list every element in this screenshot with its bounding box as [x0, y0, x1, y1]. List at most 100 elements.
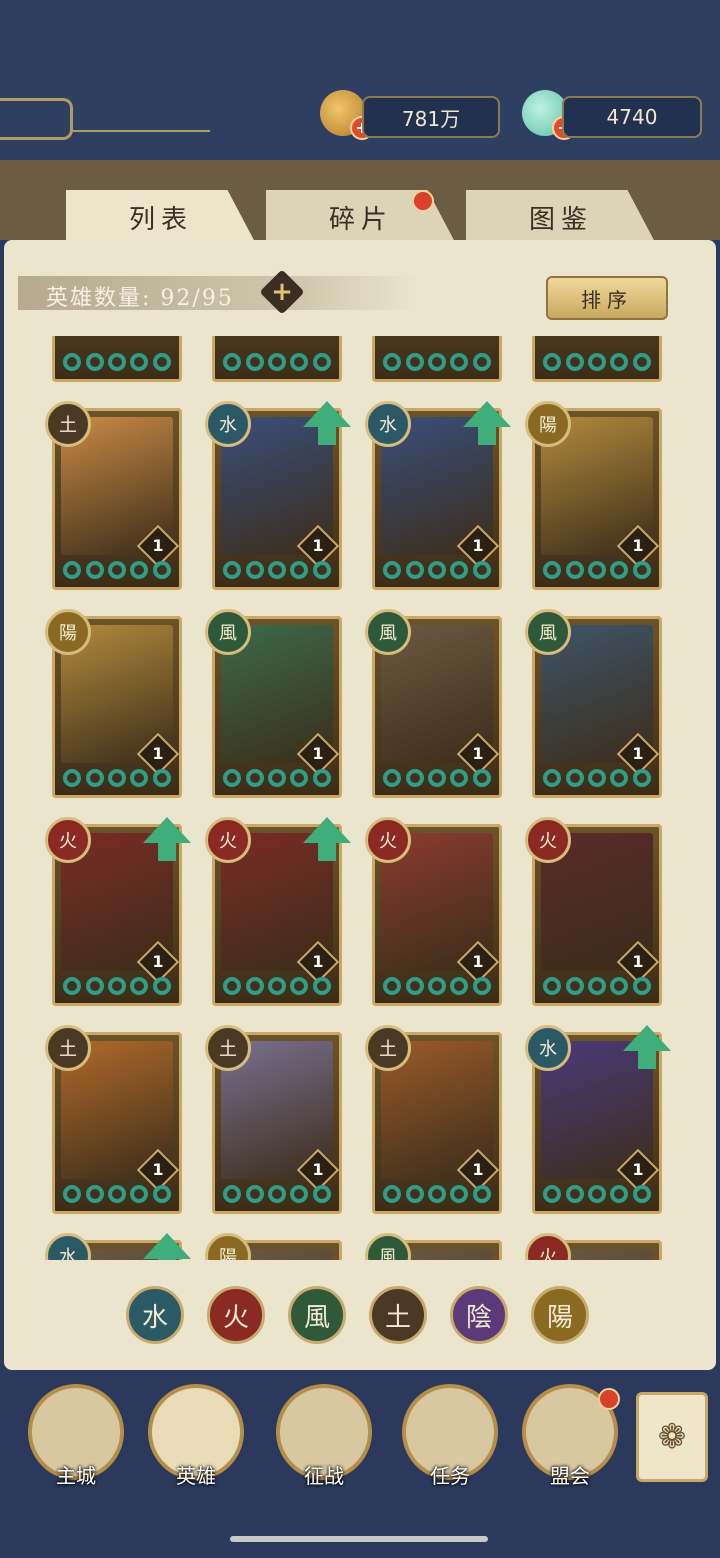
hero-level: 1 — [472, 1160, 484, 1179]
hero-card[interactable]: 風1 — [205, 609, 342, 798]
hero-card[interactable]: 風 — [365, 1233, 502, 1260]
yang-element-icon: 陽 — [45, 609, 91, 655]
hero-level: 1 — [152, 1160, 164, 1179]
star-icon — [312, 353, 331, 371]
hero-level: 1 — [152, 536, 164, 555]
star-icon — [565, 561, 584, 579]
hero-card[interactable]: 火 — [525, 1233, 662, 1260]
star-icon — [290, 769, 309, 787]
star-icon — [405, 769, 424, 787]
jade-amount: 4740 — [562, 96, 702, 138]
hero-card[interactable]: 風1 — [525, 609, 662, 798]
star-icon — [383, 1185, 402, 1203]
star-rating — [61, 1181, 173, 1207]
star-icon — [587, 769, 606, 787]
earth-element-icon: 土 — [205, 1025, 251, 1071]
star-icon — [130, 769, 149, 787]
fire-element-icon: 火 — [45, 817, 91, 863]
hero-card[interactable]: 陽1 — [45, 609, 182, 798]
hero-card[interactable]: 水1 — [525, 1025, 671, 1214]
tab-codex[interactable]: 图鉴 — [466, 190, 656, 244]
hero-card[interactable]: 火1 — [205, 817, 351, 1006]
star-icon — [312, 769, 331, 787]
earth-element-icon: 土 — [365, 1025, 411, 1071]
star-icon — [223, 769, 242, 787]
hero-level: 1 — [632, 744, 644, 763]
star-rating — [221, 1181, 333, 1207]
sort-button[interactable]: 排序 — [546, 276, 668, 320]
star-icon — [565, 769, 584, 787]
hero-level: 1 — [472, 952, 484, 971]
yang-element-icon: 陽 — [205, 1233, 251, 1260]
home-indicator — [230, 1536, 488, 1542]
hero-card[interactable] — [372, 336, 502, 382]
yang-element-icon: 陽 — [525, 401, 571, 447]
water-element-icon: 水 — [205, 401, 251, 447]
filter-earth-button[interactable]: 土 — [369, 1286, 427, 1344]
hero-card[interactable]: 土1 — [205, 1025, 342, 1214]
hero-card[interactable] — [212, 336, 342, 382]
filter-yin-button[interactable]: 陰 — [450, 1286, 508, 1344]
hero-card[interactable]: 火1 — [45, 817, 191, 1006]
earth-element-icon: 土 — [45, 401, 91, 447]
star-icon — [472, 561, 491, 579]
nav-badge — [598, 1388, 620, 1410]
hero-card[interactable]: 土1 — [45, 401, 182, 590]
flower-icon: ❁ — [657, 1417, 687, 1457]
hero-card[interactable]: 陽1 — [525, 401, 662, 590]
hero-card[interactable]: 水1 — [205, 401, 351, 590]
water-element-icon: 水 — [525, 1025, 571, 1071]
hero-level: 1 — [632, 1160, 644, 1179]
star-rating — [541, 973, 653, 999]
star-icon — [587, 561, 606, 579]
star-rating — [381, 349, 493, 375]
hero-card[interactable]: 風1 — [365, 609, 502, 798]
star-icon — [405, 1185, 424, 1203]
filter-water-button[interactable]: 水 — [126, 1286, 184, 1344]
upgrade-arrow-icon — [143, 817, 191, 861]
star-icon — [427, 561, 446, 579]
hero-count-label: 英雄数量: — [46, 286, 152, 311]
hero-card[interactable]: 水 — [45, 1233, 191, 1260]
hero-level: 1 — [152, 952, 164, 971]
tab-codex-label: 图鉴 — [528, 204, 593, 235]
star-icon — [107, 353, 126, 371]
filter-wind-button[interactable]: 風 — [288, 1286, 346, 1344]
hero-level: 1 — [472, 536, 484, 555]
star-icon — [85, 353, 104, 371]
hero-card[interactable]: 火1 — [525, 817, 662, 1006]
hero-card[interactable]: 火1 — [365, 817, 502, 1006]
star-icon — [267, 353, 286, 371]
star-icon — [223, 977, 242, 995]
star-icon — [290, 1185, 309, 1203]
star-icon — [63, 561, 82, 579]
star-icon — [427, 977, 446, 995]
filter-yang-button[interactable]: 陽 — [531, 1286, 589, 1344]
filter-fire-button[interactable]: 火 — [207, 1286, 265, 1344]
hero-card[interactable] — [532, 336, 662, 382]
star-icon — [427, 769, 446, 787]
star-icon — [632, 561, 651, 579]
star-icon — [405, 353, 424, 371]
star-icon — [290, 977, 309, 995]
star-rating — [381, 973, 493, 999]
hero-card[interactable]: 土1 — [45, 1025, 182, 1214]
hero-card[interactable] — [52, 336, 182, 382]
star-icon — [85, 1185, 104, 1203]
star-icon — [85, 561, 104, 579]
star-icon — [267, 561, 286, 579]
star-rating — [221, 557, 333, 583]
star-rating — [541, 557, 653, 583]
tab-list[interactable]: 列表 — [66, 190, 256, 244]
star-icon — [450, 977, 469, 995]
hero-card[interactable]: 水1 — [365, 401, 511, 590]
star-icon — [450, 353, 469, 371]
star-icon — [223, 353, 242, 371]
water-element-icon: 水 — [45, 1233, 91, 1260]
expand-capacity-button[interactable]: + — [259, 269, 305, 315]
more-menu-button[interactable]: ❁ — [636, 1392, 708, 1482]
star-icon — [290, 353, 309, 371]
star-icon — [130, 977, 149, 995]
hero-card[interactable]: 陽 — [205, 1233, 342, 1260]
hero-card[interactable]: 土1 — [365, 1025, 502, 1214]
